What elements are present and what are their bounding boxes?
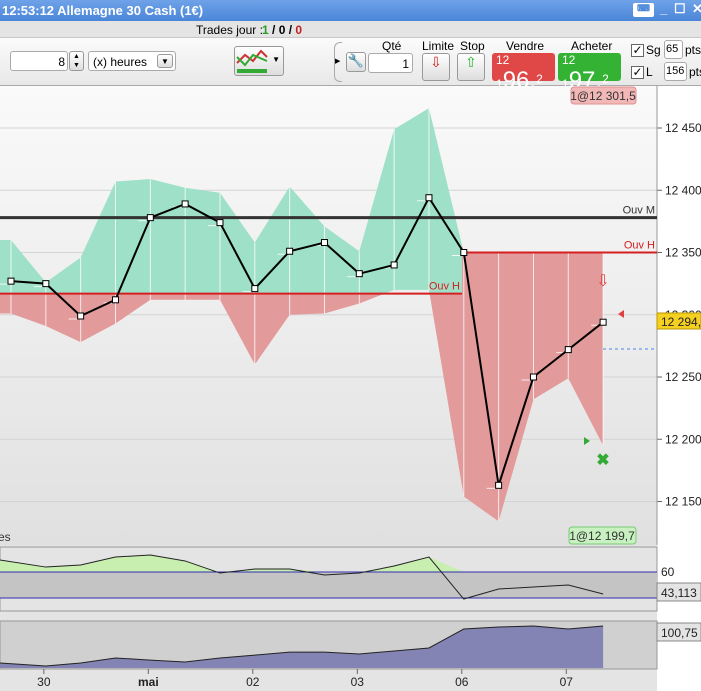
y-tick-label: 12 400: [665, 183, 701, 197]
sell-decimal: 2: [536, 72, 543, 86]
close-point: [286, 247, 294, 255]
limit-label: Limite: [422, 39, 455, 53]
chevron-down-icon: ▼: [272, 55, 280, 64]
sg-label: Sg: [646, 43, 661, 57]
l-label: L: [646, 65, 653, 79]
l-checkbox[interactable]: ✓: [631, 66, 644, 79]
stop-label: Stop: [460, 39, 485, 53]
stop-order-icon: ⇧: [465, 54, 477, 70]
close-point: [77, 312, 85, 320]
trades-won: 1: [262, 23, 269, 37]
close-point: [216, 219, 224, 227]
sell-arrow-icon: ⇩: [596, 273, 609, 290]
period-value-input[interactable]: 8: [10, 51, 68, 71]
trades-lost: 0: [295, 23, 303, 37]
close-point: [390, 261, 398, 269]
close-button[interactable]: ✕: [692, 1, 701, 17]
level-label: Ouv H: [624, 240, 655, 252]
y-tick-label: 12 250: [665, 370, 701, 384]
sg-unit: pts: [685, 43, 701, 57]
stop-order-button[interactable]: ⇧: [457, 53, 485, 81]
level-label: Ouv H: [429, 281, 460, 293]
close-point: [181, 200, 189, 208]
close-point: [355, 270, 363, 278]
close-point: [42, 280, 50, 288]
sg-checkbox[interactable]: ✓: [631, 44, 644, 57]
window-title: 12:53:12 Allemagne 30 Cash (1€): [2, 3, 204, 18]
close-point: [529, 373, 537, 381]
keyboard-icon[interactable]: ⌨: [633, 3, 654, 17]
maximize-button[interactable]: ☐: [674, 1, 686, 17]
wrench-icon: 🔧: [347, 53, 365, 68]
close-point: [599, 318, 607, 326]
period-unit-value: (x) heures: [93, 55, 148, 69]
current-price-label: 12 294,7: [661, 315, 701, 329]
osc-value: 43,113: [661, 586, 697, 600]
chart-indicators-icon: [236, 49, 268, 73]
close-point: [460, 249, 468, 256]
close-point: [425, 194, 433, 202]
y-tick-label: 12 450: [665, 121, 701, 135]
close-point: [564, 346, 572, 354]
qty-input[interactable]: 1: [368, 53, 413, 73]
order-top-label: 1@12 301,5: [570, 89, 636, 103]
y-tick-label: 12 200: [665, 432, 701, 446]
buy-label: Acheter: [571, 39, 613, 53]
oscillator-band: [0, 572, 657, 598]
order-bottom-label: 1@12 199,7: [569, 529, 635, 543]
wrench-button[interactable]: 🔧: [346, 52, 366, 72]
buy-button[interactable]: 12 197,2: [558, 53, 621, 94]
collapse-arrow[interactable]: ▶: [334, 42, 342, 82]
trades-bar: Trades jour : 1 / 0 / 0: [0, 21, 701, 38]
chart-area[interactable]: 12 15012 20012 25012 30012 35012 40012 4…: [0, 86, 701, 691]
period-stepper[interactable]: ▲ ▼: [69, 51, 84, 71]
level-label: Ouv M: [623, 205, 655, 217]
close-point: [320, 239, 328, 247]
close-point: [495, 481, 503, 489]
x-tick-label: 07: [560, 675, 574, 689]
close-point: [251, 285, 259, 293]
x-tick-label: mai: [138, 675, 159, 689]
sep: /: [268, 23, 279, 37]
chevron-down-icon: ▼: [157, 54, 173, 68]
indicators-button[interactable]: ▼: [234, 46, 284, 76]
limit-order-button[interactable]: ⇩: [422, 53, 450, 81]
l-unit: pts: [689, 65, 701, 79]
sep: /: [285, 23, 296, 37]
qty-label: Qté: [382, 39, 402, 53]
x-tick-label: 02: [246, 675, 260, 689]
sell-button[interactable]: 12 196,2: [492, 53, 555, 94]
trades-counts: 1 / 0 / 0: [262, 23, 302, 37]
trades-label: Trades jour :: [196, 23, 263, 37]
l-input[interactable]: 156: [664, 62, 687, 81]
minimize-button[interactable]: _: [660, 1, 667, 16]
period-unit-select[interactable]: (x) heures ▼: [88, 51, 176, 71]
x-tick-label: 30: [37, 675, 51, 689]
vol-value: 100,75: [661, 626, 698, 640]
limit-order-icon: ⇩: [430, 54, 442, 70]
buy-decimal: 2: [602, 72, 609, 86]
close-point: [7, 277, 15, 285]
close-x-icon: ✖: [596, 452, 609, 469]
close-point: [146, 214, 154, 222]
title-bar: 12:53:12 Allemagne 30 Cash (1€) ⌨ _ ☐ ✕: [0, 0, 701, 21]
toolbar: 8 ▲ ▼ (x) heures ▼ ▼ ▶ 🔧 Qté 1 Limite ⇩ St…: [0, 38, 701, 94]
y-tick-label: 12 150: [665, 495, 701, 509]
osc-level-label: 60: [661, 565, 675, 579]
x-tick-label: 03: [351, 675, 365, 689]
panel-left-label: es: [0, 530, 11, 544]
sell-label: Vendre: [506, 39, 545, 53]
x-tick-label: 06: [455, 675, 469, 689]
sg-input[interactable]: 65: [664, 40, 683, 59]
y-tick-label: 12 350: [665, 246, 701, 260]
close-point: [111, 296, 119, 304]
